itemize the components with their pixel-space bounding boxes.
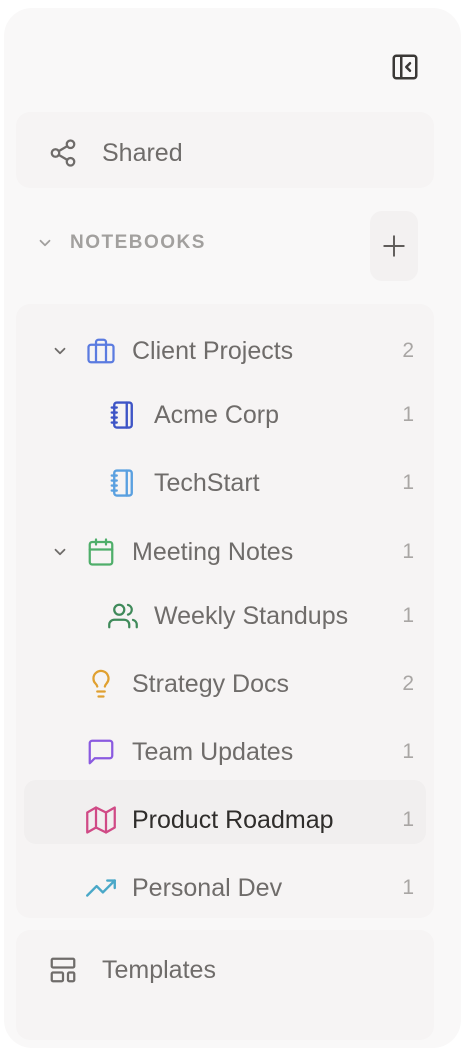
notebook-label: Personal Dev xyxy=(132,873,283,902)
notebook-label: Weekly Standups xyxy=(154,601,349,630)
notebook-label: Product Roadmap xyxy=(132,805,334,834)
users-icon xyxy=(108,601,138,631)
notebook-item-personal-dev[interactable]: Personal Dev 1 xyxy=(86,860,414,916)
notebook-item-strategy-docs[interactable]: Strategy Docs 2 xyxy=(86,656,414,712)
notebook-icon xyxy=(108,468,138,498)
notebook-label: Client Projects xyxy=(132,336,294,365)
trending-up-icon xyxy=(86,873,116,903)
templates-card xyxy=(16,930,434,1040)
notebook-label: TechStart xyxy=(154,468,260,497)
share-icon xyxy=(50,139,76,167)
message-icon xyxy=(86,737,116,767)
lightbulb-icon xyxy=(86,669,116,699)
notebook-icon xyxy=(108,400,138,430)
notebooks-header-label: NOTEBOOKS xyxy=(70,232,206,253)
notebook-label: Acme Corp xyxy=(154,400,280,429)
notebook-item-product-roadmap[interactable]: Product Roadmap 1 xyxy=(86,792,414,848)
sidebar-collapse-button[interactable] xyxy=(385,47,425,87)
notebook-count: 1 xyxy=(402,471,414,494)
notebook-count: 1 xyxy=(402,740,414,763)
map-icon xyxy=(86,805,116,835)
plus-icon xyxy=(383,235,405,257)
notebook-count: 1 xyxy=(402,403,414,426)
notebook-item-techstart[interactable]: TechStart 1 xyxy=(108,455,414,511)
add-notebook-button[interactable] xyxy=(370,211,418,281)
shared-label: Shared xyxy=(102,138,183,167)
notebook-count: 1 xyxy=(402,604,414,627)
notebook-item-acme-corp[interactable]: Acme Corp 1 xyxy=(108,387,414,443)
shared-link[interactable]: Shared xyxy=(48,138,183,168)
notebook-item-weekly-standups[interactable]: Weekly Standups 1 xyxy=(108,588,414,644)
templates-label: Templates xyxy=(102,955,216,984)
templates-link[interactable]: Templates xyxy=(48,955,216,985)
notebook-label: Meeting Notes xyxy=(132,537,294,566)
notebook-item-meeting-notes[interactable]: Meeting Notes 1 xyxy=(48,524,414,580)
notebook-item-team-updates[interactable]: Team Updates 1 xyxy=(86,724,414,780)
notebook-item-client-projects[interactable]: Client Projects 2 xyxy=(48,323,414,379)
chevron-down-icon[interactable] xyxy=(48,543,72,561)
notebook-count: 1 xyxy=(402,540,414,563)
notebook-label: Strategy Docs xyxy=(132,669,290,698)
chevron-down-icon[interactable] xyxy=(48,342,72,360)
notebook-count: 1 xyxy=(402,876,414,899)
chevron-down-icon xyxy=(39,239,51,247)
calendar-icon xyxy=(86,537,116,567)
briefcase-icon xyxy=(86,336,116,366)
notebook-count: 1 xyxy=(402,808,414,831)
notebooks-header[interactable]: NOTEBOOKS xyxy=(36,232,206,254)
notebook-label: Team Updates xyxy=(132,737,294,766)
layout-template-icon xyxy=(50,957,76,983)
notebook-count: 2 xyxy=(402,339,414,362)
sidebar-collapse-icon xyxy=(392,54,418,80)
notebook-count: 2 xyxy=(402,672,414,695)
